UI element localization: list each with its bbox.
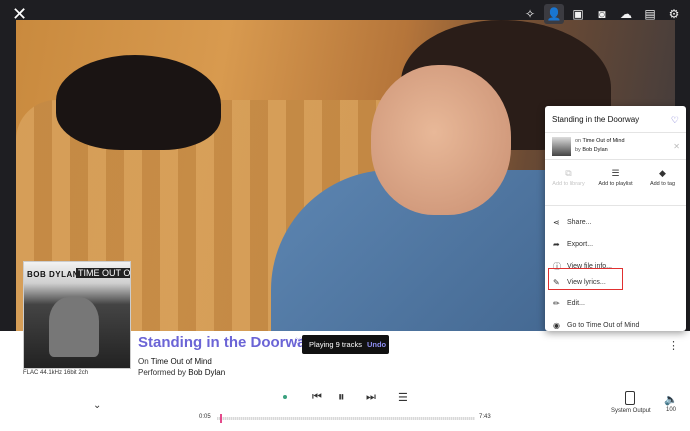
- next-icon[interactable]: ⏭: [366, 391, 376, 404]
- pause-icon[interactable]: ⏸: [338, 389, 345, 405]
- volume-icon: 🔈: [664, 394, 678, 406]
- add-to-playlist-button[interactable]: ☰ Add to playlist: [592, 164, 639, 205]
- queue-icon[interactable]: ☰: [398, 391, 408, 404]
- top-toolbar: ✧ 👤 ▣ ◙ ☁ ▤ ⚙: [520, 4, 684, 24]
- cover-title-text: TIME OUT OF MIND: [76, 268, 130, 278]
- add-to-library-label: Add to library: [552, 181, 585, 187]
- library-icon: ⧉: [565, 168, 572, 178]
- playlist-icon: ☰: [611, 168, 620, 178]
- artist-line: Performed by Bob Dylan: [138, 368, 225, 377]
- menu-on-prefix: on: [575, 138, 583, 144]
- settings-icon[interactable]: ⚙: [664, 4, 684, 24]
- menu-album-link[interactable]: Time Out of Mind: [583, 138, 625, 144]
- track-context-menu: Standing in the Doorway ♡ on Time Out of…: [545, 106, 686, 331]
- speaker-icon: [625, 391, 635, 405]
- wand-icon[interactable]: ✧: [520, 4, 540, 24]
- microphone-icon: ✎: [553, 277, 560, 287]
- menu-item-export[interactable]: ➦ Export...: [545, 233, 686, 255]
- add-to-tag-button[interactable]: ◆ Add to tag: [639, 164, 686, 205]
- shuffle-indicator[interactable]: [283, 395, 287, 399]
- menu-item-label: Edit...: [567, 299, 585, 307]
- seek-position[interactable]: [219, 414, 222, 423]
- cloud-icon[interactable]: ☁: [616, 4, 636, 24]
- output-selector[interactable]: System Output: [611, 391, 651, 414]
- toast: Playing 9 tracks Undo: [302, 335, 389, 354]
- menu-item-label: View file info...: [567, 262, 613, 270]
- more-options-icon[interactable]: ⋮: [668, 339, 679, 352]
- menu-actions: ⧉ Add to library ☰ Add to playlist ◆ Add…: [545, 164, 686, 206]
- radio-icon[interactable]: ▣: [568, 4, 588, 24]
- audio-format: FLAC 44.1kHz 16bit 2ch: [23, 370, 89, 376]
- close-icon[interactable]: ✕: [12, 5, 28, 23]
- menu-item-label: Export...: [567, 240, 594, 248]
- menu-item-edit[interactable]: ✏ Edit...: [545, 292, 686, 314]
- menu-item-view-lyrics[interactable]: ✎ View lyrics...: [545, 271, 686, 293]
- album-icon: ◉: [553, 320, 560, 330]
- volume-label: 100: [665, 407, 676, 413]
- album-cover[interactable]: BOB DYLAN TIME OUT OF MIND: [23, 261, 131, 369]
- menu-title: Standing in the Doorway: [552, 115, 640, 124]
- toast-message: Playing 9 tracks: [309, 340, 362, 349]
- add-to-tag-label: Add to tag: [649, 181, 676, 187]
- menu-item-share[interactable]: ⋖ Share...: [545, 211, 686, 233]
- export-icon: ➦: [553, 239, 560, 249]
- seek-bar[interactable]: 0:05 7:43: [199, 412, 499, 424]
- waveform[interactable]: [217, 417, 475, 420]
- add-to-library-button[interactable]: ⧉ Add to library: [545, 164, 592, 205]
- menu-album-thumb: [552, 137, 571, 156]
- track-title[interactable]: Standing in the Doorway: [138, 334, 314, 351]
- total-time: 7:43: [479, 414, 491, 420]
- artist-prefix: Performed by: [138, 368, 189, 377]
- output-label: System Output: [611, 408, 651, 414]
- previous-icon[interactable]: ⏮: [312, 391, 322, 404]
- menu-item-label: Share...: [567, 218, 592, 226]
- camera-icon[interactable]: ◙: [592, 4, 612, 24]
- photo-face: [371, 65, 511, 215]
- menu-album-row: on Time Out of Mind by Bob Dylan ✕: [545, 132, 686, 160]
- menu-item-label: View lyrics...: [567, 278, 606, 286]
- album-line: On Time Out of Mind: [138, 357, 212, 366]
- tag-icon: ◆: [659, 168, 666, 178]
- menu-item-label: Go to Time Out of Mind: [567, 321, 640, 329]
- chevron-down-icon[interactable]: ⌄: [93, 400, 101, 411]
- pin-icon[interactable]: ✕: [673, 142, 680, 151]
- menu-artist-link[interactable]: Bob Dylan: [582, 147, 607, 153]
- album-prefix: On: [138, 357, 151, 366]
- photo-hat: [56, 55, 221, 150]
- edit-icon: ✏: [553, 298, 560, 308]
- info-icon: ⓘ: [553, 261, 561, 271]
- undo-button[interactable]: Undo: [367, 340, 386, 349]
- menu-artist-line: by Bob Dylan: [575, 147, 608, 153]
- cover-figure: [49, 297, 99, 357]
- volume-control[interactable]: 🔈 100: [663, 393, 679, 413]
- share-icon: ⋖: [553, 217, 560, 227]
- cover-artist-text: BOB DYLAN: [27, 270, 80, 279]
- menu-item-go-to-album[interactable]: ◉ Go to Time Out of Mind: [545, 314, 686, 331]
- album-link[interactable]: Time Out of Mind: [151, 357, 212, 366]
- elapsed-time: 0:05: [199, 414, 211, 420]
- add-to-playlist-label: Add to playlist: [598, 181, 633, 187]
- user-icon[interactable]: 👤: [544, 4, 564, 24]
- folder-icon[interactable]: ▤: [640, 4, 660, 24]
- menu-album-line: on Time Out of Mind: [575, 138, 625, 144]
- heart-icon[interactable]: ♡: [671, 115, 679, 126]
- artist-link[interactable]: Bob Dylan: [188, 368, 225, 377]
